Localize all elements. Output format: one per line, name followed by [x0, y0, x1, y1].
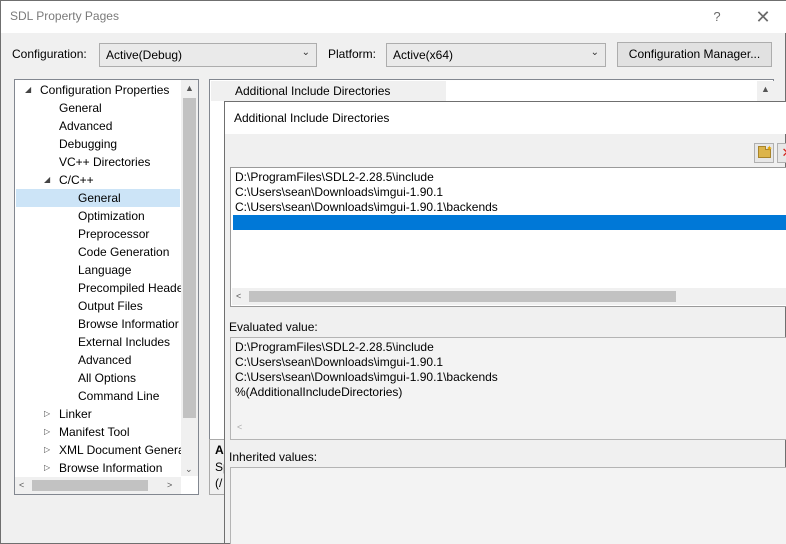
expanded-arrow-icon[interactable]: ◢ — [25, 81, 31, 99]
category-tree: ◢ Configuration Properties General Advanced… — [14, 79, 199, 495]
configuration-value: Active(Debug) — [106, 48, 183, 62]
tree-item[interactable]: Advanced — [16, 351, 180, 369]
tree-item[interactable]: Precompiled Heade — [16, 279, 184, 297]
directory-list[interactable]: D:\ProgramFiles\SDL2-2.28.5\include C:\U… — [230, 167, 786, 307]
directory-horizontal-scrollbar[interactable]: < — [232, 288, 786, 305]
evaluated-line: D:\ProgramFiles\SDL2-2.28.5\include — [235, 340, 434, 354]
directory-entry[interactable]: C:\Users\sean\Downloads\imgui-1.90.1 — [235, 185, 443, 200]
tree-item[interactable]: ◢ Configuration Properties — [16, 81, 180, 99]
tree-item[interactable]: Advanced — [16, 117, 180, 135]
tree-item-label: Debugging — [59, 137, 118, 151]
tree-item-label: External Includes — [78, 335, 171, 349]
tree-item-label: Configuration Properties — [40, 83, 170, 97]
delete-icon: ✕ — [782, 145, 786, 160]
scroll-thumb[interactable] — [32, 480, 148, 491]
evaluated-line: C:\Users\sean\Downloads\imgui-1.90.1\bac… — [235, 370, 498, 384]
dialog-title: Additional Include Directories — [234, 111, 390, 125]
tree-item[interactable]: ▷ Linker — [16, 405, 180, 423]
tree-item-label: Code Generation — [78, 245, 170, 259]
platform-value: Active(x64) — [393, 48, 454, 62]
configuration-select[interactable]: Active(Debug) ⌄ — [99, 43, 317, 67]
scroll-down-icon[interactable]: ⌄ — [185, 464, 193, 475]
inherited-values-label: Inherited values: — [229, 450, 318, 464]
tree-item[interactable]: Code Generation — [16, 243, 180, 261]
chevron-down-icon: ⌄ — [301, 47, 310, 58]
dialog-title-bar: Additional Include Directories — [225, 102, 786, 134]
sparkle-icon: ✦ — [766, 144, 773, 153]
tree-item-label: General — [59, 101, 102, 115]
tree-item-label: Linker — [59, 407, 92, 421]
configuration-manager-button[interactable]: Configuration Manager... — [617, 42, 772, 67]
expanded-arrow-icon[interactable]: ◢ — [44, 171, 50, 189]
evaluated-line: C:\Users\sean\Downloads\imgui-1.90.1 — [235, 355, 444, 369]
tree-item[interactable]: VC++ Directories — [16, 153, 180, 171]
tree-item-label: All Options — [78, 371, 137, 385]
delete-button[interactable]: ✕ — [777, 143, 786, 163]
tree-item-label: Preprocessor — [78, 227, 150, 241]
tree-item-label: C/C++ — [59, 173, 94, 187]
tree-item[interactable]: Preprocessor — [16, 225, 180, 243]
tree-item[interactable]: Optimization — [16, 207, 180, 225]
scroll-up-icon[interactable]: ▲ — [185, 83, 194, 93]
collapsed-arrow-icon[interactable]: ▷ — [44, 405, 50, 423]
tree-item-label: Precompiled Heade — [78, 281, 184, 295]
tree-item-label: Optimization — [78, 209, 145, 223]
evaluated-line: %(AdditionalIncludeDirectories) — [235, 385, 403, 399]
tree-vertical-scrollbar[interactable]: ▲ ⌄ — [181, 80, 198, 476]
collapsed-arrow-icon[interactable]: ▷ — [44, 423, 50, 441]
scroll-right-icon[interactable]: > — [167, 480, 172, 490]
tree-item[interactable]: Output Files — [16, 297, 180, 315]
chevron-down-icon: ⌄ — [590, 47, 599, 58]
directory-entry[interactable]: C:\Users\sean\Downloads\imgui-1.90.1\bac… — [235, 200, 498, 215]
scroll-left-icon: < — [237, 422, 243, 432]
tree-item-label: Output Files — [78, 299, 143, 313]
new-entry-selected-row[interactable] — [233, 215, 786, 230]
collapsed-arrow-icon[interactable]: ▷ — [44, 441, 50, 459]
tree-item[interactable]: Command Line — [16, 387, 180, 405]
tree-item-label: General — [78, 191, 121, 205]
directory-entry[interactable]: D:\ProgramFiles\SDL2-2.28.5\include — [235, 170, 434, 185]
tree-item-label: Command Line — [78, 389, 160, 403]
tree-item[interactable]: Language — [16, 261, 180, 279]
include-directories-dialog: Additional Include Directories ✦ ✕ D:\Pr… — [224, 101, 786, 544]
new-line-button[interactable]: ✦ — [754, 143, 774, 163]
description-text: (/ — [215, 476, 223, 490]
tree-item[interactable]: ◢ C/C++ — [16, 171, 180, 189]
configuration-label: Configuration: — [12, 47, 87, 61]
tree-item[interactable]: Browse Informatior — [16, 315, 180, 333]
tree-item[interactable]: General — [16, 189, 180, 207]
tree-item[interactable]: External Includes — [16, 333, 180, 351]
scroll-left-icon[interactable]: < — [19, 480, 24, 490]
tree-item[interactable]: General — [16, 99, 180, 117]
title-bar: SDL Property Pages ? ✕ — [1, 1, 786, 33]
platform-label: Platform: — [328, 47, 377, 61]
tree-item-label: Advanced — [59, 119, 113, 133]
property-name-cell[interactable]: Additional Include Directories — [211, 81, 446, 101]
tree-item-label: Manifest Tool — [59, 425, 130, 439]
tree-item[interactable]: ▷ XML Document Genera — [16, 441, 185, 459]
tree-item-label: Language — [78, 263, 132, 277]
evaluated-value-label: Evaluated value: — [229, 320, 318, 334]
scroll-thumb[interactable] — [183, 98, 196, 418]
tree-item[interactable]: ▷ Browse Information — [16, 459, 180, 477]
platform-select[interactable]: Active(x64) ⌄ — [386, 43, 606, 67]
tree-item[interactable]: All Options — [16, 369, 180, 387]
collapsed-arrow-icon[interactable]: ▷ — [44, 459, 50, 477]
inherited-values-box — [230, 467, 786, 544]
close-button[interactable]: ✕ — [749, 5, 777, 29]
tree-horizontal-scrollbar[interactable]: < > — [15, 477, 181, 494]
tree-item-label: Advanced — [78, 353, 132, 367]
scroll-up-icon[interactable]: ▲ — [761, 84, 770, 94]
window-title: SDL Property Pages — [10, 9, 119, 23]
tree-item-label: VC++ Directories — [59, 155, 151, 169]
scroll-thumb[interactable] — [249, 291, 676, 302]
tree-item[interactable]: Debugging — [16, 135, 180, 153]
tree-item-label: Browse Information — [59, 461, 163, 475]
help-button[interactable]: ? — [705, 5, 729, 29]
tree-item[interactable]: ▷ Manifest Tool — [16, 423, 180, 441]
scroll-left-icon[interactable]: < — [236, 291, 241, 301]
evaluated-value-box: D:\ProgramFiles\SDL2-2.28.5\include C:\U… — [230, 337, 786, 440]
tree-item-label: Browse Informatior — [78, 317, 179, 331]
tree-item-label: XML Document Genera — [59, 443, 185, 457]
